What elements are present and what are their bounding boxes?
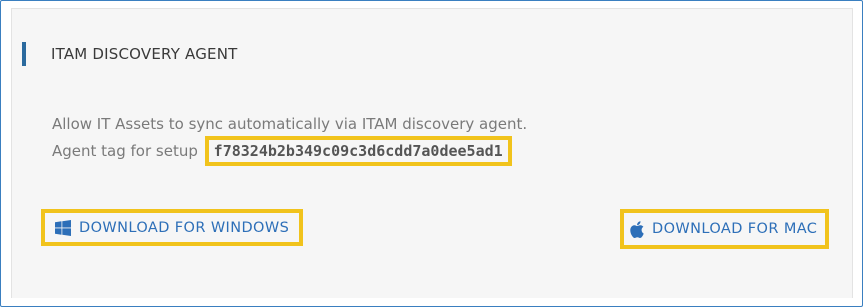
agent-description: Allow IT Assets to sync automatically vi… — [52, 115, 528, 133]
apple-icon — [630, 220, 644, 238]
download-windows-button[interactable]: DOWNLOAD FOR WINDOWS — [41, 209, 304, 246]
agent-tag-value[interactable]: f78324b2b349c09c3d6cdd7a0dee5ad1 — [204, 136, 512, 166]
agent-tag-label: Agent tag for setup — [52, 142, 198, 160]
download-windows-label: DOWNLOAD FOR WINDOWS — [79, 219, 290, 236]
windows-icon — [55, 219, 71, 236]
download-mac-button[interactable]: DOWNLOAD FOR MAC — [620, 209, 830, 249]
section-accent-bar — [22, 42, 26, 66]
section-title: ITAM DISCOVERY AGENT — [51, 45, 238, 63]
agent-tag-row: Agent tag for setup f78324b2b349c09c3d6c… — [52, 136, 512, 166]
download-mac-label: DOWNLOAD FOR MAC — [652, 221, 818, 237]
